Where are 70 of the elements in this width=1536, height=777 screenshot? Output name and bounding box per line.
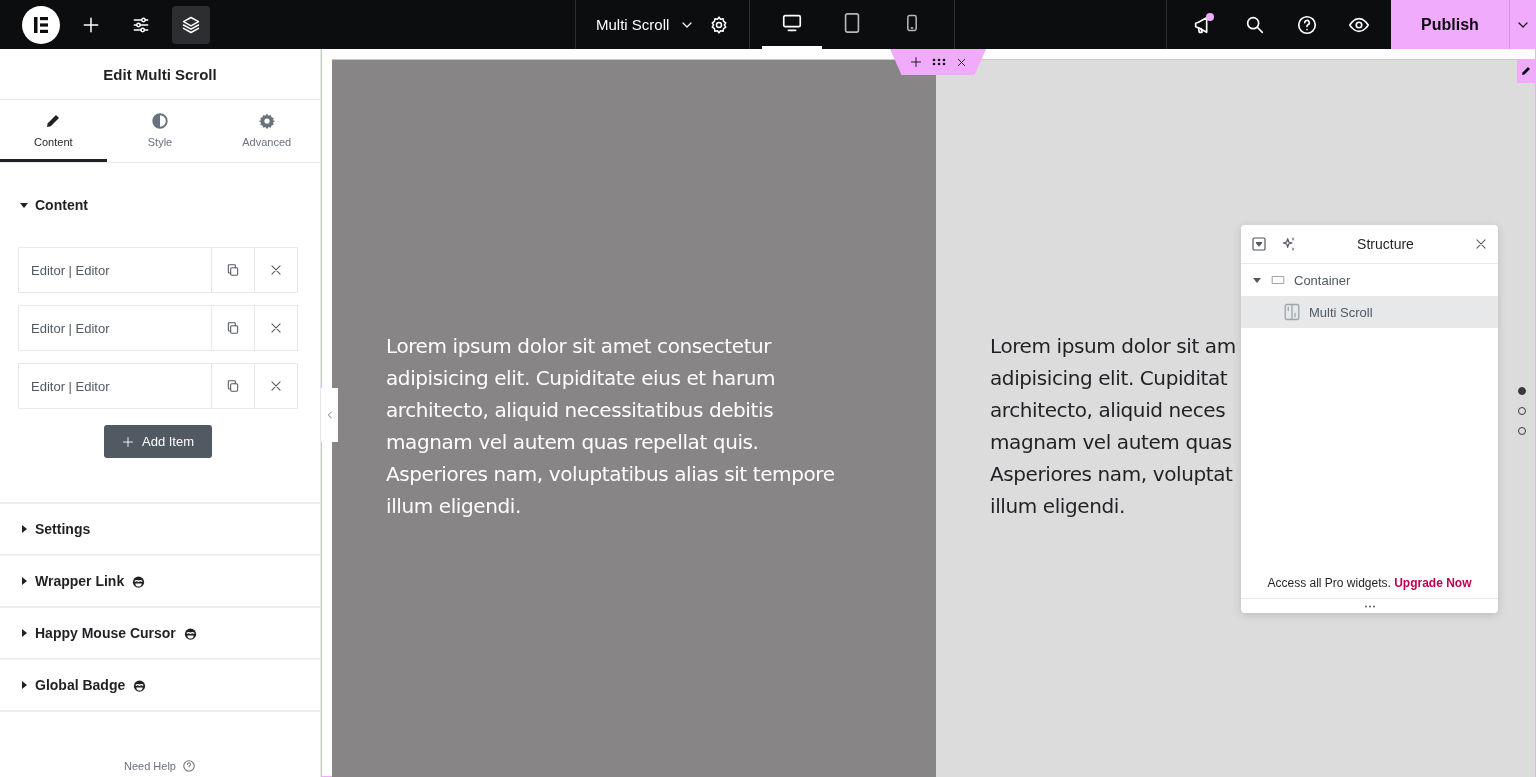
contrast-icon: [151, 111, 169, 130]
text-line: Lorem ipsum dolor sit amet consectetur: [386, 333, 772, 360]
help-icon: [182, 759, 196, 773]
upgrade-link[interactable]: Upgrade Now: [1394, 576, 1472, 590]
drag-icon: [931, 58, 946, 66]
text-line: adipisicing elit. Cupiditat: [990, 365, 1228, 392]
layers-icon: [181, 14, 201, 35]
add-item-button[interactable]: Add Item: [104, 425, 212, 458]
pencil-icon: [1520, 65, 1532, 77]
plus-icon: [909, 56, 922, 68]
panel-tab[interactable]: Content: [0, 100, 107, 162]
caret-icon: [1253, 276, 1261, 284]
caret-icon: [20, 201, 28, 209]
caret-icon: [20, 525, 28, 533]
logo-icon: [22, 5, 60, 44]
plus-icon: [122, 435, 134, 448]
ai-button[interactable]: [1281, 236, 1297, 252]
text-line: magnam vel autem quas repellat quis.: [386, 429, 759, 456]
panel-tab[interactable]: Advanced: [213, 100, 320, 162]
container-icon: [1270, 273, 1286, 287]
panel-tab[interactable]: Style: [106, 100, 214, 162]
text-line: Asperiores nam, voluptat: [990, 461, 1233, 488]
tree-item[interactable]: Multi Scroll: [1241, 296, 1498, 328]
dropdown-icon: [1251, 236, 1267, 252]
text-line: illum eligendi.: [990, 493, 1125, 520]
caret-icon: [20, 681, 28, 689]
text-line: adipisicing elit. Cupiditate eius et harum: [386, 365, 776, 392]
publish-button[interactable]: Publish: [1391, 0, 1509, 49]
text-line: architecto, aliquid neces: [990, 397, 1226, 424]
text-line: Lorem ipsum dolor sit am: [990, 333, 1236, 360]
document-title-dropdown[interactable]: Multi Scroll: [596, 16, 696, 33]
collapse-button[interactable]: [1251, 236, 1267, 252]
close-icon: [269, 379, 283, 393]
section-header[interactable]: Happy Mouse Cursor: [0, 608, 320, 658]
text-line: magnam vel autem quas: [990, 429, 1232, 456]
gear-icon: [257, 111, 276, 130]
text-line: architecto, aliquid necessitatibus debitis: [386, 397, 774, 424]
promo-text: Access all Pro widgets. Upgrade Now: [1266, 576, 1473, 592]
close-button[interactable]: [1474, 237, 1488, 251]
section-header[interactable]: Content: [0, 163, 320, 247]
desktop-icon: [781, 12, 804, 34]
item-label[interactable]: Editor | Editor: [19, 306, 211, 350]
toolbar-button[interactable]: [22, 5, 60, 44]
toolbar-button[interactable]: [172, 5, 210, 44]
item-label[interactable]: Editor | Editor: [19, 364, 211, 408]
section-header[interactable]: Settings: [0, 504, 320, 554]
help-link[interactable]: Need Help: [124, 760, 176, 772]
section-header[interactable]: Global Badge: [0, 660, 320, 710]
caret-icon: [20, 629, 28, 637]
navigation-dot[interactable]: [1518, 387, 1526, 395]
edit-button[interactable]: [1517, 59, 1535, 83]
copy-icon: [226, 263, 240, 277]
tree-item[interactable]: Container: [1241, 264, 1498, 296]
close-icon: [1474, 237, 1488, 251]
copy-icon: [226, 379, 240, 393]
help-icon: [1296, 13, 1318, 36]
close-icon: [955, 56, 967, 68]
drag-handle-icon: [1363, 604, 1376, 608]
sparkle-icon: [1281, 236, 1297, 252]
close-icon: [269, 263, 283, 277]
close-icon: [269, 321, 283, 335]
caret-icon: [20, 577, 28, 585]
panel-title: Edit Multi Scroll: [0, 49, 320, 100]
multi-scroll-icon: [1283, 303, 1301, 321]
copy-icon: [226, 321, 240, 335]
section-header[interactable]: Wrapper Link: [0, 556, 320, 606]
text-line: illum eligendi.: [386, 493, 521, 520]
item-label[interactable]: Editor | Editor: [19, 248, 211, 292]
text-line: Asperiores nam, voluptatibus alias sit tempore: [386, 461, 835, 488]
structure-title: Structure: [1356, 236, 1415, 252]
